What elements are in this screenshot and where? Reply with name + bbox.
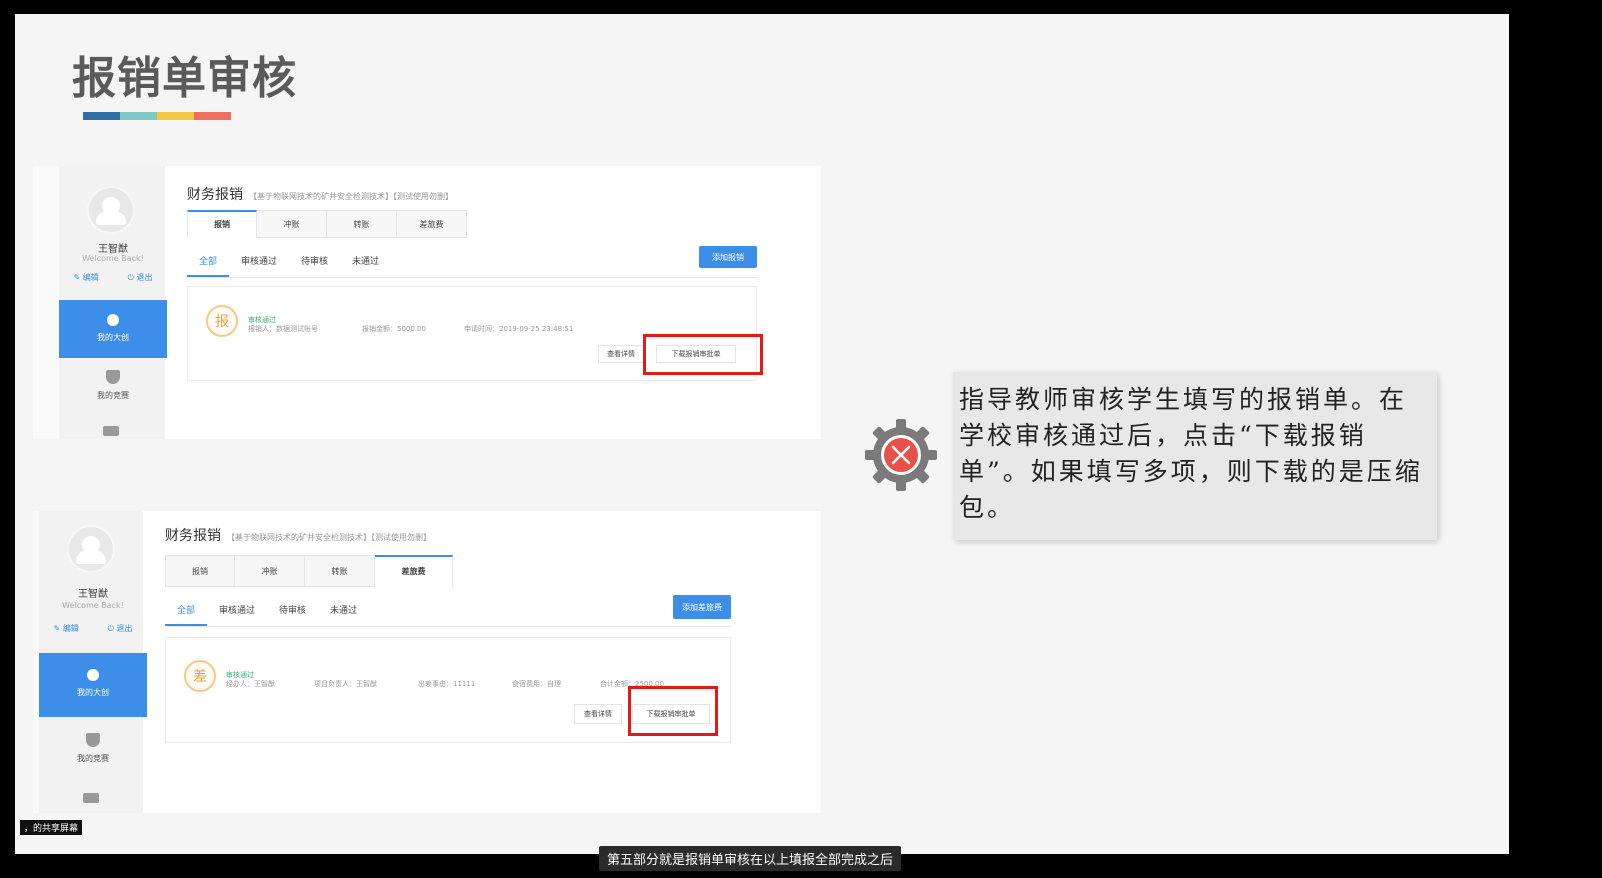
- filter-rejected[interactable]: 未通过: [340, 254, 391, 277]
- filter-approved[interactable]: 审核通过: [229, 254, 289, 277]
- add-reimbursement-button[interactable]: 添加报销: [699, 246, 757, 268]
- sidebar: 王智猷 Welcome Back! ✎ 编辑 ⏻ 退出 我的大创 我的竞赛: [39, 511, 147, 813]
- trophy-icon: [106, 370, 120, 384]
- user-name: 王智猷: [98, 244, 128, 255]
- tab-bar: 报销 冲账 转账 差旅费: [165, 555, 453, 587]
- view-detail-button[interactable]: 查看详情: [598, 345, 644, 363]
- tab-reimbursement[interactable]: 报销: [187, 210, 257, 238]
- sidebar-margin: [33, 511, 39, 813]
- trophy-icon: [86, 733, 100, 747]
- sidebar: 王智猷 Welcome Back! ✎ 编辑 ⏻ 退出 我的大创 我的竞赛: [59, 166, 167, 439]
- lightbulb-icon: [87, 669, 99, 681]
- user-links: ✎ 编辑 ⏻ 退出: [39, 623, 147, 634]
- apply-time: 申请时间：2019-09-25 23:48:51: [464, 325, 574, 333]
- gear-icon: [865, 419, 937, 491]
- sidebar-item-my-project[interactable]: 我的大创: [59, 300, 167, 358]
- color-bar-segment: [83, 112, 120, 120]
- video-subtitle: 第五部分就是报销单审核在以上填报全部完成之后: [599, 846, 902, 871]
- instruction-note: 指导教师审核学生填写的报销单。在学校审核通过后，点击“下载报销单”。如果填写多项…: [953, 372, 1437, 540]
- highlight-box: [643, 334, 763, 375]
- sidebar-item-competition[interactable]: 我的竞赛: [59, 370, 167, 401]
- sidebar-item-my-project[interactable]: 我的大创: [39, 653, 147, 717]
- lodging-cost: 食宿费用：自理: [512, 680, 561, 688]
- project-subtitle: 【基于物联网技术的矿井安全检测技术】【测试使用勿删】: [227, 533, 431, 542]
- sidebar-item-competition[interactable]: 我的竞赛: [39, 733, 147, 764]
- tab-offset[interactable]: 冲账: [257, 210, 327, 238]
- color-bar-segment: [120, 112, 157, 120]
- filter-approved[interactable]: 审核通过: [207, 603, 267, 626]
- travel-badge: 差: [184, 660, 216, 692]
- main-content: 财务报销 【基于物联网技术的矿井安全检测技术】【测试使用勿删】 报销 冲账 转账 …: [165, 166, 821, 439]
- screen-share-tag: ，的共享屏幕: [20, 820, 83, 835]
- tab-bar: 报销 冲账 转账 差旅费: [187, 210, 467, 238]
- filter-all[interactable]: 全部: [165, 603, 208, 626]
- main-content: 财务报销 【基于物联网技术的矿井安全检测技术】【测试使用勿删】 报销 冲账 转账 …: [143, 511, 821, 813]
- slide-title: 报销单审核: [72, 53, 297, 104]
- sidebar-item-label: 我的大创: [77, 688, 109, 697]
- handler: 经办人：王智猷: [226, 680, 275, 688]
- add-travel-expense-button[interactable]: 添加差旅费: [673, 595, 731, 619]
- travel-reason: 出差事由：11111: [418, 680, 476, 688]
- page-title: 财务报销 【基于物联网技术的矿井安全检测技术】【测试使用勿删】: [187, 184, 453, 204]
- title-color-bar: [83, 112, 231, 120]
- sidebar-item-label: 我的大创: [97, 333, 129, 342]
- sidebar-margin: [33, 166, 59, 439]
- filter-all[interactable]: 全部: [187, 254, 230, 277]
- tab-offset[interactable]: 冲账: [235, 555, 305, 587]
- avatar: [67, 525, 115, 573]
- filter-rejected[interactable]: 未通过: [318, 603, 369, 626]
- avatar: [87, 186, 135, 234]
- tab-transfer[interactable]: 转账: [327, 210, 397, 238]
- applicant: 报销人：数据测试账号: [248, 325, 318, 333]
- presentation-slide: 报销单审核 王智猷 Welcome Back! ✎ 编辑 ⏻ 退出 我的大创 我…: [15, 14, 1509, 854]
- highlight-box: [628, 686, 718, 736]
- sidebar-item-label: 我的竞赛: [77, 754, 109, 763]
- edit-link-label: 编辑: [62, 624, 79, 633]
- page-title: 财务报销 【基于物联网技术的矿井安全检测技术】【测试使用勿删】: [165, 525, 431, 545]
- reimbursement-badge: 报: [206, 305, 238, 337]
- project-subtitle: 【基于物联网技术的矿井安全检测技术】【测试使用勿删】: [249, 192, 453, 201]
- logout-link-label: 退出: [136, 273, 153, 282]
- color-bar-segment: [157, 112, 194, 120]
- view-detail-button[interactable]: 查看详情: [574, 704, 622, 724]
- tab-transfer[interactable]: 转账: [305, 555, 375, 587]
- page-title-text: 财务报销: [165, 528, 221, 544]
- project-leader: 项目负责人：王智猷: [314, 680, 377, 688]
- screenshot-travel-expense: 王智猷 Welcome Back! ✎ 编辑 ⏻ 退出 我的大创 我的竞赛 财务…: [33, 511, 821, 813]
- tab-travel[interactable]: 差旅费: [397, 210, 467, 238]
- welcome-text: Welcome Back!: [62, 601, 124, 610]
- logout-link-label: 退出: [116, 624, 133, 633]
- edit-link[interactable]: ✎ 编辑: [53, 623, 78, 634]
- color-bar-segment: [194, 112, 231, 120]
- tab-travel[interactable]: 差旅费: [375, 555, 453, 587]
- edit-link-label: 编辑: [82, 273, 99, 282]
- ticket-icon[interactable]: [83, 793, 99, 803]
- logout-link[interactable]: ⏻ 退出: [128, 272, 153, 283]
- page-title-text: 财务报销: [187, 187, 243, 203]
- ticket-icon[interactable]: [103, 426, 119, 436]
- logout-link[interactable]: ⏻ 退出: [108, 623, 133, 634]
- tab-reimbursement[interactable]: 报销: [165, 555, 235, 587]
- status-filters: 全部 审核通过 待审核 未通过: [187, 254, 757, 278]
- sidebar-item-label: 我的竞赛: [97, 391, 129, 400]
- user-name: 王智猷: [78, 589, 108, 600]
- status-filters: 全部 审核通过 待审核 未通过: [165, 603, 731, 627]
- video-frame: 报销单审核 王智猷 Welcome Back! ✎ 编辑 ⏻ 退出 我的大创 我…: [0, 0, 1602, 878]
- screenshot-reimbursement: 王智猷 Welcome Back! ✎ 编辑 ⏻ 退出 我的大创 我的竞赛 财务…: [33, 166, 821, 439]
- user-links: ✎ 编辑 ⏻ 退出: [59, 272, 167, 283]
- filter-pending[interactable]: 待审核: [267, 603, 318, 626]
- amount: 报销金额：5000.00: [362, 325, 426, 333]
- lightbulb-icon: [107, 314, 119, 326]
- edit-link[interactable]: ✎ 编辑: [73, 272, 98, 283]
- welcome-text: Welcome Back!: [82, 254, 144, 263]
- filter-pending[interactable]: 待审核: [289, 254, 340, 277]
